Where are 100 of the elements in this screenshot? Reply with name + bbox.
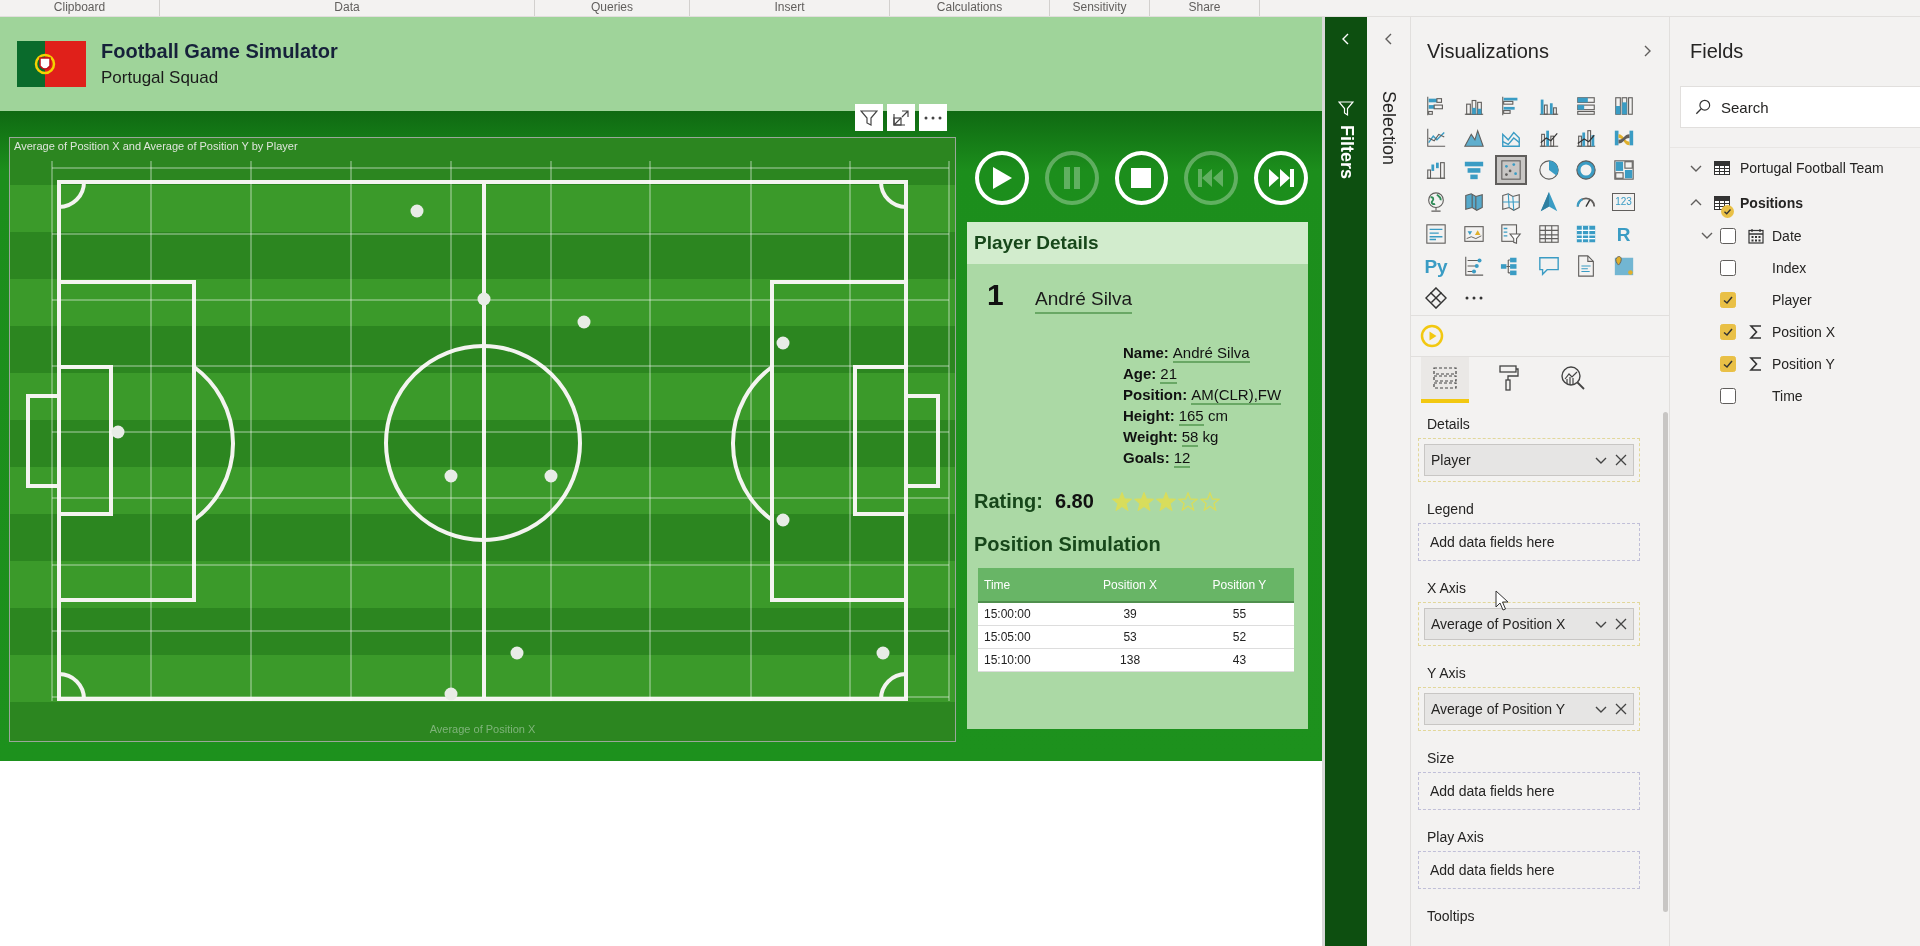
player-dot[interactable] bbox=[577, 315, 591, 329]
player-dot[interactable] bbox=[477, 292, 491, 306]
checkbox[interactable] bbox=[1720, 228, 1736, 244]
field-well[interactable]: Average of Position Y bbox=[1418, 687, 1640, 731]
player-dot[interactable] bbox=[776, 513, 790, 527]
map-pin-icon bbox=[1612, 255, 1635, 277]
report-title: Football Game Simulator bbox=[101, 40, 338, 63]
checkbox[interactable] bbox=[1720, 388, 1736, 404]
shape-map-icon bbox=[1500, 191, 1522, 213]
fields-icon bbox=[1432, 365, 1458, 391]
drop-field[interactable]: Add data fields here bbox=[1418, 772, 1640, 810]
field-name: Player bbox=[1431, 452, 1472, 468]
star-icon bbox=[1199, 492, 1220, 511]
area-chart-icon bbox=[1462, 127, 1485, 149]
player-number: 1 bbox=[987, 278, 1005, 312]
close-icon[interactable] bbox=[1615, 618, 1627, 630]
kpi-icon bbox=[1462, 223, 1485, 245]
detail-label: Name: bbox=[1123, 344, 1169, 361]
player-dot[interactable] bbox=[410, 204, 424, 218]
star-icon bbox=[1177, 492, 1198, 511]
play-button[interactable] bbox=[975, 151, 1029, 205]
player-dot[interactable] bbox=[444, 687, 458, 701]
well-label: X Axis bbox=[1427, 580, 1466, 596]
pie-chart-icon bbox=[1537, 159, 1560, 181]
detail-value: AM(CLR),FW bbox=[1191, 386, 1282, 405]
field-pill[interactable]: Average of Position Y bbox=[1424, 693, 1634, 725]
slicer-icon bbox=[1500, 223, 1522, 245]
player-dot[interactable] bbox=[544, 469, 558, 483]
line-clustered-column-chart-icon bbox=[1575, 127, 1597, 149]
well-label: Legend bbox=[1427, 501, 1474, 517]
field-name[interactable]: Index bbox=[1772, 260, 1807, 276]
star-icon bbox=[1111, 492, 1132, 511]
field-pill[interactable]: Player bbox=[1424, 444, 1634, 476]
checkbox[interactable] bbox=[1720, 260, 1736, 276]
waterfall-chart-icon bbox=[1425, 159, 1447, 181]
field-name[interactable]: Player bbox=[1772, 292, 1812, 308]
checkbox[interactable] bbox=[1720, 292, 1736, 308]
field-well[interactable]: Player bbox=[1418, 438, 1640, 482]
speech-bubble-icon bbox=[1537, 255, 1560, 277]
card-visual-icon: 123 bbox=[1612, 193, 1635, 211]
scrollbar[interactable] bbox=[1663, 412, 1668, 912]
filter-button[interactable] bbox=[855, 104, 883, 131]
checkbox[interactable] bbox=[1720, 324, 1736, 340]
field-name[interactable]: Date bbox=[1772, 228, 1802, 244]
field-name[interactable]: Position X bbox=[1772, 324, 1836, 340]
star-icon bbox=[1155, 492, 1176, 511]
rating-label: Rating: bbox=[974, 490, 1043, 513]
scatter-chart-button[interactable] bbox=[1495, 155, 1527, 185]
stop-button[interactable] bbox=[1114, 151, 1169, 205]
checkbox[interactable] bbox=[1720, 356, 1736, 372]
focus-mode-icon bbox=[892, 108, 910, 127]
player-dot[interactable] bbox=[876, 646, 890, 660]
analytics-icon bbox=[1560, 365, 1586, 391]
player-dot[interactable] bbox=[111, 425, 125, 439]
search-box[interactable]: Search bbox=[1680, 86, 1920, 128]
next-button[interactable] bbox=[1254, 151, 1308, 205]
detail-value: 165 bbox=[1178, 407, 1204, 426]
chart-title: Average of Position X and Average of Position Y by Player bbox=[14, 140, 298, 152]
column-header: Position Y bbox=[1184, 568, 1294, 602]
field-name[interactable]: Time bbox=[1772, 388, 1803, 404]
treemap-icon bbox=[1612, 159, 1635, 181]
r-script-icon: R bbox=[1616, 224, 1631, 244]
ribbon-group-label: Sensitivity bbox=[1072, 0, 1127, 14]
detail-value: 12 bbox=[1173, 449, 1191, 468]
more-options-icon bbox=[924, 115, 942, 120]
table-icon bbox=[1537, 223, 1560, 245]
diamond-icon bbox=[1425, 287, 1447, 309]
field-name: Average of Position Y bbox=[1431, 701, 1567, 717]
detail-value: 21 bbox=[1160, 365, 1178, 384]
drop-placeholder: Add data fields here bbox=[1430, 783, 1555, 799]
search-field[interactable]: Search bbox=[1721, 88, 1920, 126]
mouse-cursor-icon bbox=[1495, 590, 1509, 612]
player-dot[interactable] bbox=[444, 469, 458, 483]
table-name[interactable]: Portugal Football Team bbox=[1740, 159, 1884, 176]
star-icon bbox=[1133, 492, 1154, 511]
fields-tab[interactable] bbox=[1421, 357, 1469, 403]
ribbon-group-label: Data bbox=[334, 0, 360, 14]
focus-mode-button[interactable] bbox=[887, 104, 915, 131]
player-dot[interactable] bbox=[776, 336, 790, 350]
drop-field[interactable]: Add data fields here bbox=[1418, 851, 1640, 889]
well-label: Play Axis bbox=[1427, 829, 1484, 845]
filled-map-icon bbox=[1462, 191, 1485, 213]
drop-field[interactable]: Add data fields here bbox=[1418, 523, 1640, 561]
pane-title[interactable]: Selection bbox=[1378, 91, 1399, 166]
field-pill[interactable]: Average of Position X bbox=[1424, 608, 1634, 640]
player-dot[interactable] bbox=[510, 646, 524, 660]
detail-label: Goals: bbox=[1123, 449, 1170, 466]
pane-title[interactable]: Filters bbox=[1335, 125, 1357, 180]
detail-value: 58 bbox=[1181, 428, 1199, 447]
detail-label: Position: bbox=[1123, 386, 1188, 403]
calendar-icon bbox=[1748, 228, 1764, 244]
table-name[interactable]: Positions bbox=[1740, 194, 1803, 211]
section-title: Position Simulation bbox=[974, 533, 1162, 556]
close-icon[interactable] bbox=[1615, 454, 1627, 466]
field-well[interactable]: Average of Position X bbox=[1418, 602, 1640, 646]
table-cell: 39 bbox=[1075, 602, 1185, 626]
rating-value: 6.80 bbox=[1054, 490, 1094, 513]
close-icon[interactable] bbox=[1615, 703, 1627, 715]
paint-roller-icon bbox=[1498, 365, 1520, 391]
field-name[interactable]: Position Y bbox=[1772, 356, 1835, 372]
